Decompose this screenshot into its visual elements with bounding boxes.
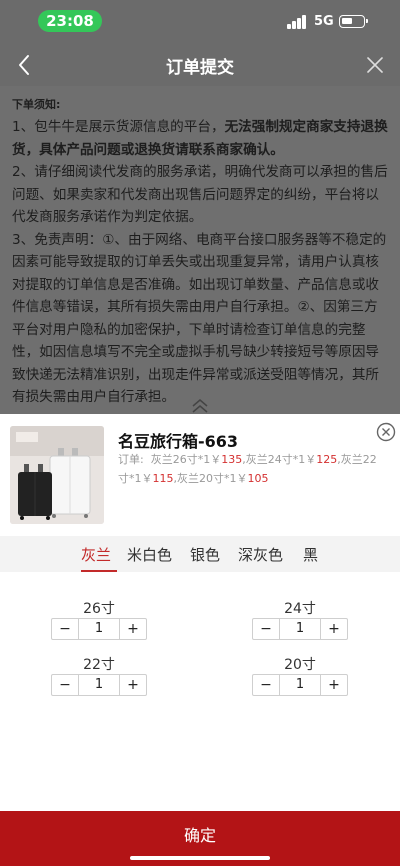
quantity-value[interactable]: 1 — [279, 675, 321, 695]
size-grid: 26寸 − 1 + 24寸 − 1 + 22寸 − 1 + 20寸 − 1 + — [0, 572, 400, 812]
size-option: 24寸 − 1 + — [252, 598, 348, 640]
size-label: 24寸 — [284, 601, 316, 617]
minus-button[interactable]: − — [253, 619, 279, 639]
plus-button[interactable]: + — [321, 675, 347, 695]
home-indicator — [130, 856, 270, 860]
quantity-stepper: − 1 + — [51, 618, 147, 640]
close-circle-icon[interactable] — [376, 422, 396, 442]
order-summary: 订单: 灰兰26寸*1￥135,灰兰24寸*1￥125,灰兰22寸*1￥115,… — [118, 450, 386, 488]
plus-button[interactable]: + — [120, 619, 146, 639]
quantity-value[interactable]: 1 — [78, 619, 120, 639]
size-option: 26寸 − 1 + — [51, 598, 147, 640]
size-option: 20寸 − 1 + — [252, 654, 348, 696]
minus-button[interactable]: − — [253, 675, 279, 695]
sku-sheet: 名豆旅行箱-663 订单: 灰兰26寸*1￥135,灰兰24寸*1￥125,灰兰… — [0, 414, 400, 866]
notice-paragraph-3: 3、免责声明：①、由于网络、电商平台接口服务器等不稳定的因素可能导致提取的订单丢… — [12, 231, 387, 406]
color-tabs: 灰兰 米白色 银色 深灰色 黑 — [0, 536, 400, 572]
order-item: 灰兰26寸*1￥135, — [150, 453, 246, 466]
minus-button[interactable]: − — [52, 619, 78, 639]
product-summary: 名豆旅行箱-663 订单: 灰兰26寸*1￥135,灰兰24寸*1￥125,灰兰… — [0, 414, 400, 534]
price: 105 — [247, 472, 269, 485]
order-label: 订单: — [118, 453, 144, 466]
plus-button[interactable]: + — [321, 619, 347, 639]
price: 125 — [316, 453, 338, 466]
tab-color-3[interactable]: 深灰色 — [238, 544, 283, 565]
battery-icon — [339, 15, 368, 28]
notice-paragraph-1: 1、包牛牛是展示货源信息的平台，无法强制规定商家支持退换货，具体产品问题或退换货… — [12, 116, 388, 161]
order-item: 灰兰24寸*1￥125, — [245, 453, 341, 466]
tab-color-2[interactable]: 银色 — [190, 544, 220, 565]
close-icon[interactable] — [360, 50, 390, 80]
signal-icon — [287, 15, 309, 29]
size-option: 22寸 − 1 + — [51, 654, 147, 696]
notice-p1-text: 1、包牛牛是展示货源信息的平台， — [12, 119, 225, 135]
quantity-stepper: − 1 + — [51, 674, 147, 696]
size-label: 22寸 — [83, 657, 115, 673]
order-item: 灰兰20寸*1￥105 — [177, 472, 269, 485]
nav-bar: 订单提交 — [0, 44, 400, 86]
quantity-stepper: − 1 + — [252, 674, 348, 696]
network-type: 5G — [314, 14, 334, 29]
quantity-value[interactable]: 1 — [78, 675, 120, 695]
status-bar: 23:08 5G — [0, 0, 400, 44]
page-title: 订单提交 — [166, 58, 234, 78]
notice-paragraph-2: 2、请仔细阅读代发商的服务承诺，明确代发商可以承担的售后问题、如果卖家和代发商出… — [12, 164, 388, 225]
size-label: 20寸 — [284, 657, 316, 673]
tab-color-1[interactable]: 米白色 — [127, 544, 172, 565]
quantity-stepper: − 1 + — [252, 618, 348, 640]
price: 135 — [221, 453, 243, 466]
tab-color-4[interactable]: 黑 — [303, 544, 318, 565]
tab-color-0[interactable]: 灰兰 — [81, 544, 111, 565]
minus-button[interactable]: − — [52, 675, 78, 695]
size-label: 26寸 — [83, 601, 115, 617]
notice-title: 下单须知: — [12, 98, 61, 111]
quantity-value[interactable]: 1 — [279, 619, 321, 639]
double-chevron-up-icon[interactable] — [188, 398, 212, 414]
price: 115 — [152, 472, 174, 485]
product-image — [10, 426, 104, 524]
clock: 23:08 — [38, 10, 102, 32]
plus-button[interactable]: + — [120, 675, 146, 695]
product-name: 名豆旅行箱-663 — [118, 432, 239, 451]
order-notice: 下单须知: 1、包牛牛是展示货源信息的平台，无法强制规定商家支持退换货，具体产品… — [0, 86, 400, 405]
